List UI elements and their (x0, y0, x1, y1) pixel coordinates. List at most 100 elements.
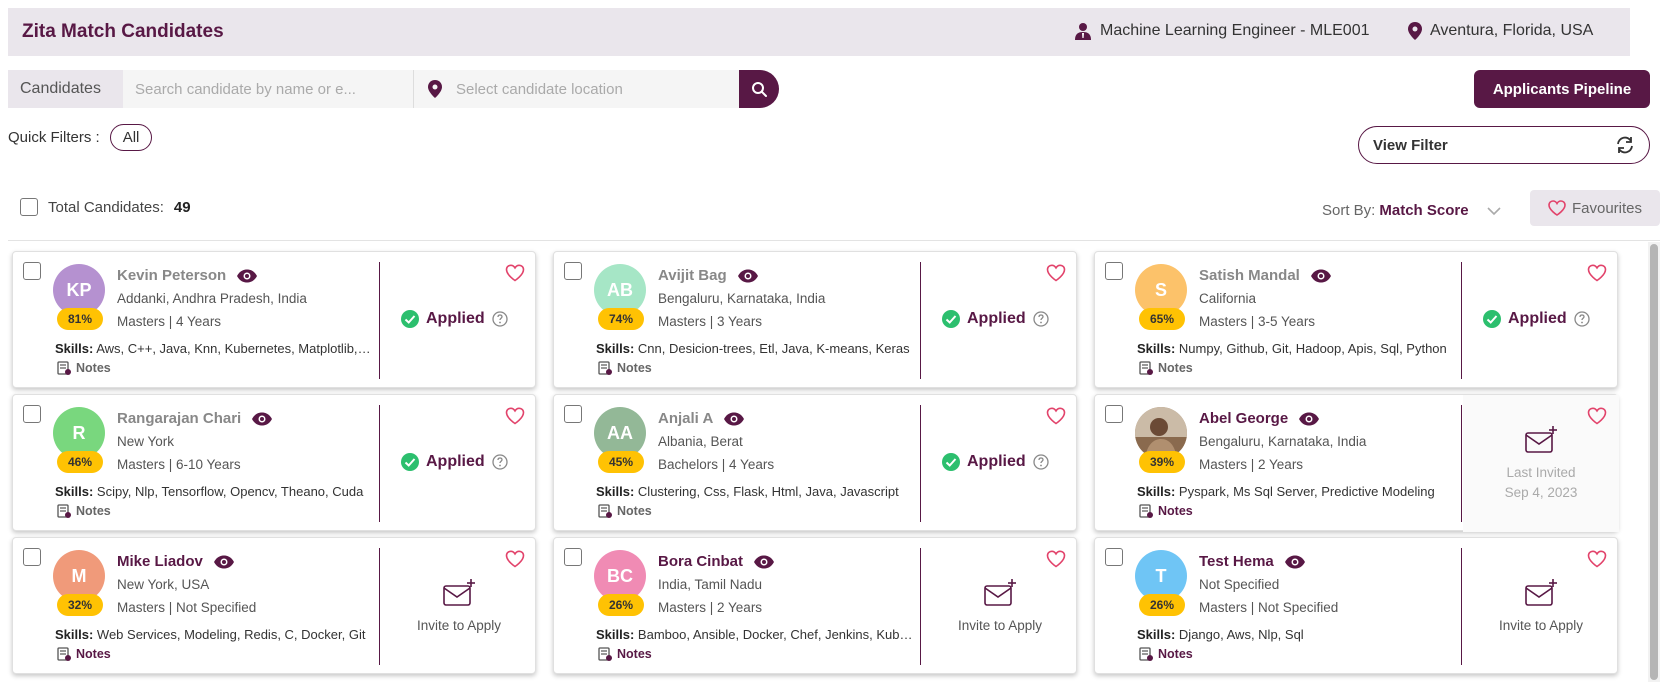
eye-icon[interactable] (1310, 269, 1332, 283)
candidate-name-text[interactable]: Mike Liadov (117, 553, 203, 570)
help-icon[interactable] (492, 454, 508, 470)
eye-icon[interactable] (251, 412, 273, 426)
heart-icon[interactable] (1046, 550, 1066, 568)
candidate-name[interactable]: Bora Cinbat (658, 553, 775, 570)
candidate-card[interactable]: AB 74% Avijit Bag Bengaluru, Karnataka, … (553, 251, 1077, 388)
quick-filter-all[interactable]: All (109, 124, 153, 151)
candidate-skills: Skills: Scipy, Nlp, Tensorflow, Opencv, … (55, 484, 373, 499)
candidate-name[interactable]: Test Hema (1199, 553, 1306, 570)
sort-label: Sort By: (1322, 202, 1376, 219)
scrollbar[interactable] (1648, 242, 1660, 682)
sort-by[interactable]: Sort By: Match Score (1322, 202, 1501, 219)
refresh-icon (1617, 136, 1633, 154)
card-divider (920, 262, 921, 379)
help-icon[interactable] (1033, 454, 1049, 470)
notes-label: Notes (617, 647, 652, 661)
applied-label: Applied (426, 453, 485, 470)
candidate-name-text[interactable]: Avijit Bag (658, 267, 727, 284)
candidate-name-text[interactable]: Test Hema (1199, 553, 1274, 570)
favourites-button[interactable]: Favourites (1530, 190, 1660, 226)
applicants-pipeline-button[interactable]: Applicants Pipeline (1474, 70, 1650, 108)
avatar-initials: AB (607, 279, 633, 300)
eye-icon[interactable] (1284, 555, 1306, 569)
candidate-name-text[interactable]: Rangarajan Chari (117, 410, 241, 427)
candidate-card[interactable]: BC 26% Bora Cinbat India, Tamil Nadu Mas… (553, 537, 1077, 674)
favourites-label: Favourites (1571, 199, 1643, 217)
candidate-name[interactable]: Avijit Bag (658, 267, 759, 284)
candidate-name-text[interactable]: Kevin Peterson (117, 267, 226, 284)
candidate-checkbox[interactable] (23, 262, 41, 280)
candidate-checkbox[interactable] (564, 548, 582, 566)
candidate-name-text[interactable]: Bora Cinbat (658, 553, 743, 570)
candidate-checkbox[interactable] (23, 405, 41, 423)
candidate-card[interactable]: S 65% Satish Mandal California Masters |… (1094, 251, 1618, 388)
notes-link[interactable]: Notes (57, 647, 111, 661)
check-circle-icon (401, 310, 419, 328)
candidate-checkbox[interactable] (23, 548, 41, 566)
candidate-name[interactable]: Kevin Peterson (117, 267, 258, 284)
notes-label: Notes (76, 361, 111, 375)
candidate-checkbox[interactable] (564, 405, 582, 423)
location-input[interactable] (456, 80, 726, 98)
match-score-badge: 45% (598, 451, 644, 473)
candidate-card[interactable]: M 32% Mike Liadov New York, USA Masters … (12, 537, 536, 674)
help-icon[interactable] (492, 311, 508, 327)
candidate-checkbox[interactable] (1105, 405, 1123, 423)
eye-icon[interactable] (723, 412, 745, 426)
notes-link[interactable]: Notes (598, 647, 652, 661)
notes-link[interactable]: Notes (598, 361, 652, 375)
heart-icon[interactable] (1587, 407, 1607, 425)
help-icon[interactable] (1574, 311, 1590, 327)
check-circle-icon (942, 310, 960, 328)
applied-label: Applied (426, 310, 485, 327)
eye-icon[interactable] (236, 269, 258, 283)
notes-link[interactable]: Notes (1139, 647, 1193, 661)
check-circle-icon (401, 453, 419, 471)
candidate-name[interactable]: Rangarajan Chari (117, 410, 273, 427)
candidate-skills: Skills: Django, Aws, Nlp, Sql (1137, 627, 1455, 642)
eye-icon[interactable] (753, 555, 775, 569)
applied-status: Applied (942, 453, 1049, 471)
heart-icon[interactable] (1587, 264, 1607, 282)
candidate-card[interactable]: KP 81% Kevin Peterson Addanki, Andhra Pr… (12, 251, 536, 388)
search-name-input[interactable] (123, 70, 413, 108)
status-label: Invite to Apply (1498, 617, 1584, 633)
candidate-name-text[interactable]: Abel George (1199, 410, 1288, 427)
help-icon[interactable] (1033, 311, 1049, 327)
notes-link[interactable]: Notes (57, 361, 111, 375)
view-filter-button[interactable]: View Filter (1358, 126, 1650, 164)
heart-icon[interactable] (1587, 550, 1607, 568)
status-date: Sep 4, 2023 (1504, 484, 1578, 500)
candidate-name[interactable]: Mike Liadov (117, 553, 235, 570)
skills-label: Skills: (55, 627, 94, 642)
heart-icon[interactable] (505, 264, 525, 282)
eye-icon[interactable] (737, 269, 759, 283)
candidate-checkbox[interactable] (1105, 262, 1123, 280)
candidate-card[interactable]: T 26% Test Hema Not Specified Masters | … (1094, 537, 1618, 674)
select-all-checkbox[interactable] (20, 198, 38, 216)
notes-link[interactable]: Notes (598, 504, 652, 518)
notes-link[interactable]: Notes (1139, 504, 1193, 518)
search-button[interactable] (739, 70, 779, 108)
heart-icon[interactable] (1046, 407, 1066, 425)
heart-icon[interactable] (505, 407, 525, 425)
candidate-name[interactable]: Anjali A (658, 410, 745, 427)
candidate-card[interactable]: R 46% Rangarajan Chari New York Masters … (12, 394, 536, 531)
eye-icon[interactable] (1298, 412, 1320, 426)
candidate-checkbox[interactable] (564, 262, 582, 280)
candidate-card[interactable]: AA 45% Anjali A Albania, Berat Bachelors… (553, 394, 1077, 531)
candidate-card[interactable]: 39% Abel George Bengaluru, Karnataka, In… (1094, 394, 1619, 532)
scrollbar-thumb[interactable] (1650, 244, 1658, 680)
candidate-name[interactable]: Abel George (1199, 410, 1320, 427)
candidate-checkbox[interactable] (1105, 548, 1123, 566)
candidate-name-text[interactable]: Anjali A (658, 410, 713, 427)
heart-icon[interactable] (505, 550, 525, 568)
candidate-skills: Skills: Pyspark, Ms Sql Server, Predicti… (1137, 484, 1455, 499)
eye-icon[interactable] (213, 555, 235, 569)
candidate-name-text[interactable]: Satish Mandal (1199, 267, 1300, 284)
candidate-name[interactable]: Satish Mandal (1199, 267, 1332, 284)
notes-link[interactable]: Notes (1139, 361, 1193, 375)
notes-label: Notes (617, 361, 652, 375)
heart-icon[interactable] (1046, 264, 1066, 282)
notes-link[interactable]: Notes (57, 504, 111, 518)
